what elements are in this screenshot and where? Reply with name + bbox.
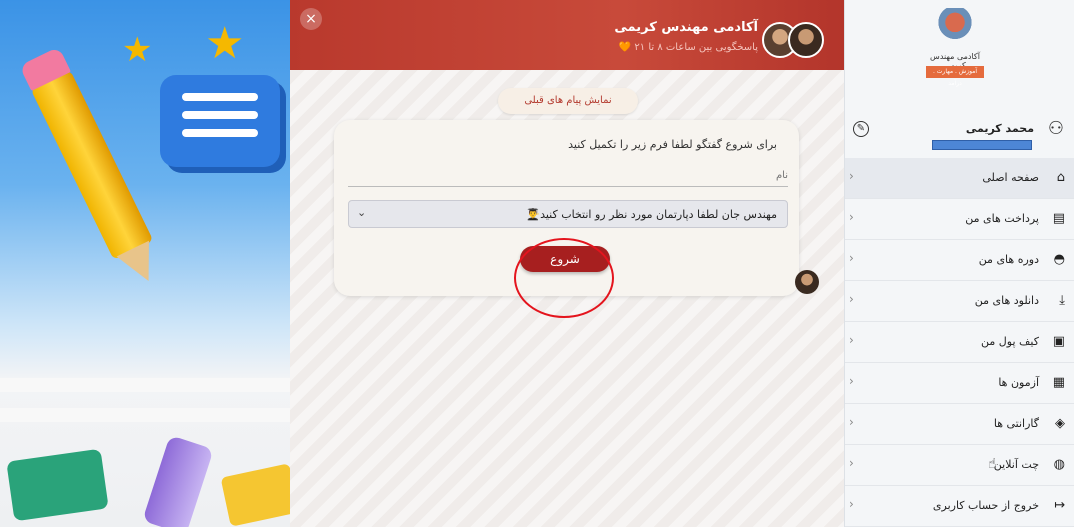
sidebar-item-home[interactable]: ⌂ صفحه اصلی ‹: [845, 158, 1074, 199]
sidebar-item-label: دوره های من: [978, 253, 1039, 266]
divider: [0, 408, 290, 422]
sidebar-item-courses[interactable]: ◓ دوره های من ‹: [845, 240, 1074, 281]
hand-cursor-icon: ☝: [988, 456, 997, 472]
chevron-left-icon: ‹: [849, 333, 854, 347]
graduation-cap-icon: ◓: [1053, 252, 1065, 267]
payment-icon: ▤: [1052, 211, 1065, 226]
agent-avatar: [795, 270, 819, 294]
chevron-left-icon: ‹: [849, 292, 854, 306]
sidebar-item-logout[interactable]: ↦ خروج از حساب کاربری ‹: [845, 486, 1074, 527]
chevron-left-icon: ‹: [849, 374, 854, 388]
exam-icon: ▦: [1052, 375, 1065, 390]
sidebar-item-label: چت آنلاین: [993, 458, 1039, 471]
download-icon: ⤓: [1059, 293, 1065, 308]
sidebar-item-exams[interactable]: ▦ آزمون ها ‹: [845, 363, 1074, 404]
sidebar-item-guarantees[interactable]: ◈ گارانتی ها ‹: [845, 404, 1074, 445]
sidebar-item-label: کیف پول من: [981, 335, 1039, 348]
chevron-left-icon: ‹: [849, 210, 854, 224]
logout-icon: ↦: [1054, 498, 1065, 513]
sidebar-item-label: خروج از حساب کاربری: [932, 499, 1039, 512]
star-icon: ★: [205, 18, 245, 69]
agent-title: آکادمی مهندس کریمی: [614, 20, 758, 35]
logo-icon: [938, 8, 972, 44]
agent-subtitle: پاسخگویی بین ساعات ۸ تا ۲۱ 🧡: [618, 42, 758, 53]
sidebar-item-label: پرداخت های من: [965, 212, 1039, 225]
sidebar-item-label: دانلود های من: [974, 294, 1039, 307]
department-select[interactable]: مهندس جان لطفا دپارتمان مورد نظر رو انتخ…: [348, 200, 788, 228]
user-name: محمد کریمی: [965, 122, 1034, 135]
logo-tagline: آموزش . مهارت . درآمد: [926, 66, 984, 87]
divider: [0, 378, 290, 392]
chat-icon: ◍: [1053, 457, 1065, 472]
sidebar-item-downloads[interactable]: ⤓ دانلود های من ‹: [845, 281, 1074, 322]
chevron-left-icon: ‹: [849, 497, 854, 511]
card-icon: [220, 463, 300, 527]
chat-header: × آکادمی مهندس کریمی پاسخگویی بین ساعات …: [290, 0, 844, 70]
logo: آکادمی مهندس کریمی آموزش . مهارت . درآمد: [920, 8, 990, 88]
department-selected-value: مهندس جان لطفا دپارتمان مورد نظر رو انتخ…: [526, 208, 777, 221]
sidebar-item-online-chat[interactable]: ◍ چت آنلاین ‹: [845, 445, 1074, 486]
home-icon: ⌂: [1056, 170, 1065, 185]
wallet-icon: ▣: [1052, 334, 1065, 349]
book-icon: [6, 448, 109, 522]
show-previous-messages-button[interactable]: نمایش پیام های قبلی: [498, 88, 638, 114]
highlight-annotation: [514, 238, 614, 318]
chevron-down-icon: ⌄: [357, 206, 367, 219]
star-icon: ★: [122, 30, 153, 70]
sidebar-menu: ⌂ صفحه اصلی ‹ ▤ پرداخت های من ‹ ◓ دوره ه…: [845, 158, 1074, 527]
chevron-left-icon: ‹: [849, 415, 854, 429]
user-progress-bar: [932, 140, 1032, 150]
sidebar-item-label: آزمون ها: [998, 376, 1039, 389]
close-button[interactable]: ×: [300, 8, 322, 30]
user-icon: ⚇: [1047, 118, 1064, 139]
chat-widget: × آکادمی مهندس کریمی پاسخگویی بین ساعات …: [290, 0, 844, 527]
edit-profile-icon[interactable]: ✎: [853, 121, 869, 137]
form-intro-text: برای شروع گفتگو لطفا فرم زیر را تکمیل کن…: [568, 138, 777, 151]
sidebar: آکادمی مهندس کریمی آموزش . مهارت . درآمد…: [844, 0, 1074, 527]
name-input[interactable]: [348, 165, 788, 187]
chat-bubble-icon: [160, 75, 280, 167]
shield-icon: ◈: [1055, 416, 1065, 431]
pencil-icon: [30, 69, 154, 261]
chevron-left-icon: ‹: [849, 169, 854, 183]
chevron-left-icon: ‹: [849, 456, 854, 470]
promo-illustration: ★ ★: [0, 0, 300, 527]
test-tube-icon: [142, 435, 214, 527]
chevron-left-icon: ‹: [849, 251, 854, 265]
screen: ★ ★ × آکادمی مهندس کریمی پاسخگویی بین سا…: [0, 0, 1074, 527]
agent-avatar: [788, 22, 824, 58]
sidebar-item-payments[interactable]: ▤ پرداخت های من ‹: [845, 199, 1074, 240]
sidebar-item-label: صفحه اصلی: [982, 171, 1039, 184]
sidebar-item-wallet[interactable]: ▣ کیف پول من ‹: [845, 322, 1074, 363]
sidebar-item-label: گارانتی ها: [993, 417, 1039, 430]
